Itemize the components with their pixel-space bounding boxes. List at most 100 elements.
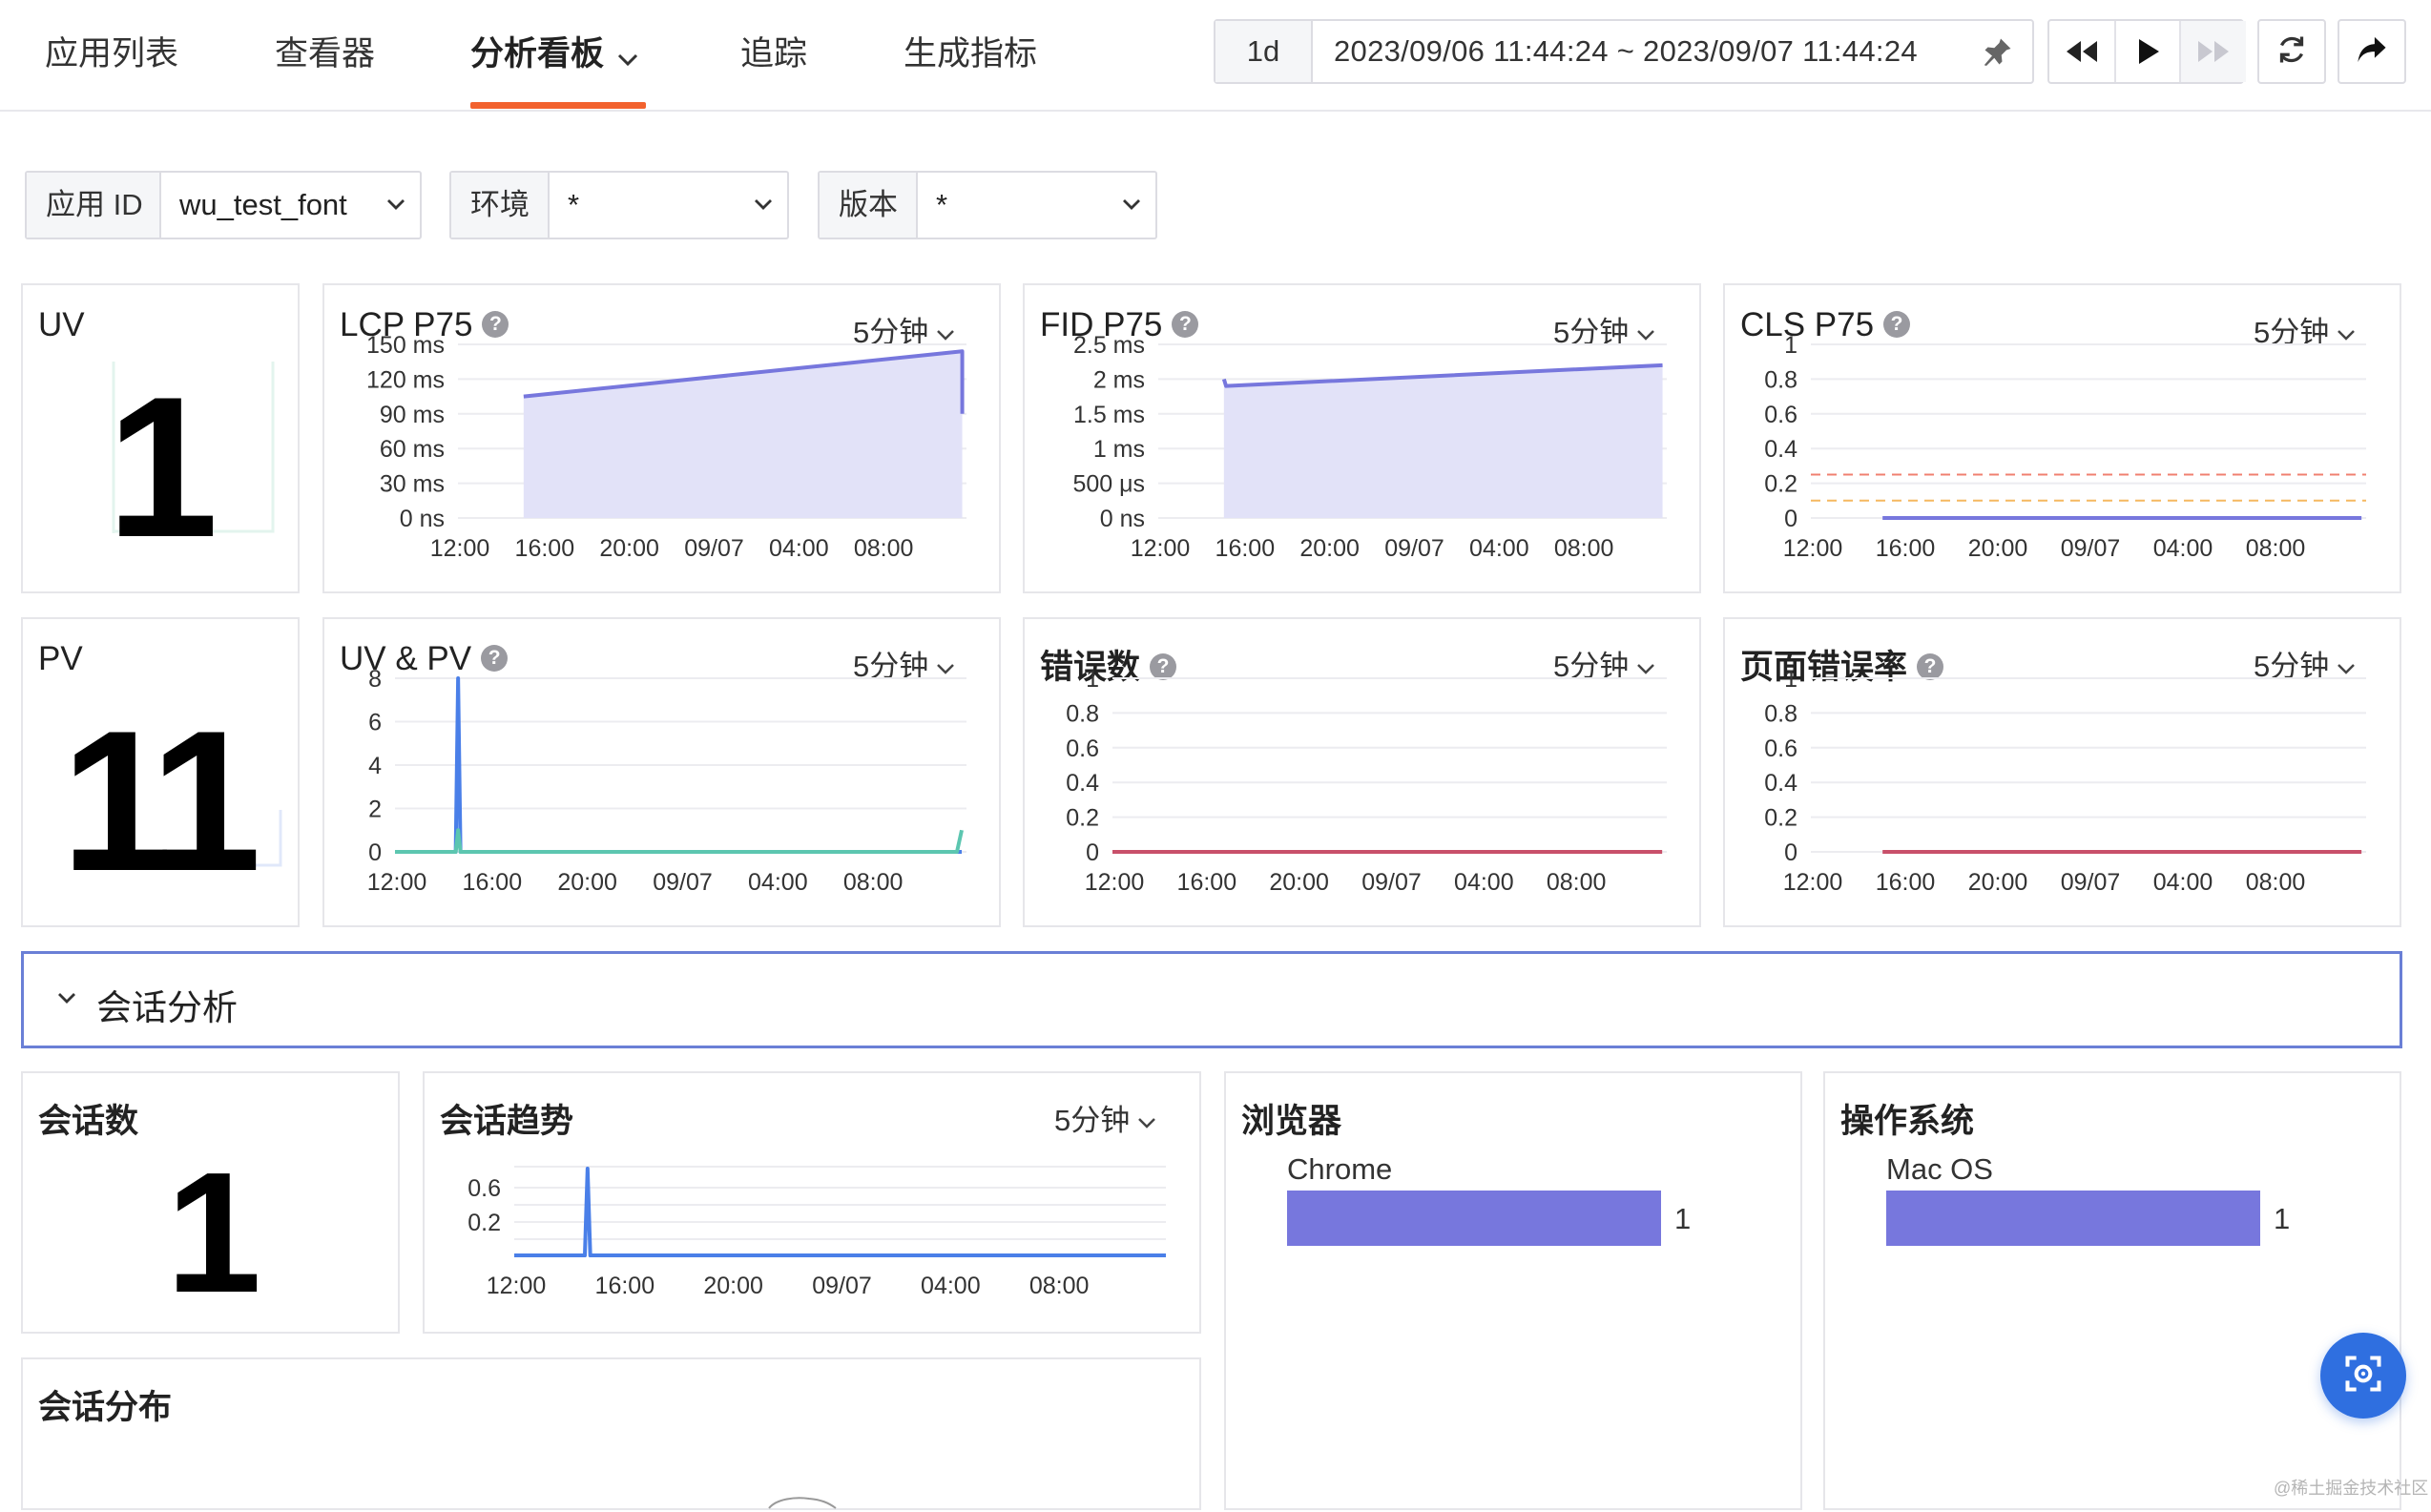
playback-controls [2047, 19, 2246, 84]
x-tick-label: 16:00 [1177, 869, 1237, 896]
x-tick-label: 09/07 [2061, 535, 2121, 562]
chevron-down-icon [617, 37, 638, 75]
app-id-label: 应用 ID [27, 173, 161, 238]
session-count-value: 1 [166, 1137, 262, 1329]
y-tick-label: 0.4 [1066, 770, 1099, 797]
x-tick-label: 20:00 [557, 869, 617, 896]
bar[interactable] [1886, 1191, 2260, 1246]
tab-analysis-board-label: 分析看板 [470, 35, 605, 72]
x-tick-label: 04:00 [2153, 869, 2213, 896]
session-distribution-title: 会话分布 [38, 1389, 173, 1426]
x-tick-label: 09/07 [2061, 869, 2121, 896]
y-tick-label: 0.4 [1764, 436, 1797, 463]
x-tick-label: 20:00 [1269, 869, 1329, 896]
x-tick-label: 08:00 [843, 869, 904, 896]
y-tick-label: 0 ns [400, 506, 445, 532]
chevron-down-icon [1121, 194, 1142, 219]
bar-value-label: 1 [2274, 1202, 2291, 1235]
x-tick-label: 08:00 [1547, 869, 1607, 896]
tab-generate-metrics[interactable]: 生成指标 [904, 27, 1037, 75]
series-area [523, 351, 963, 518]
x-tick-label: 08:00 [854, 535, 914, 562]
bar-category-label: Mac OS [1886, 1152, 1993, 1186]
environment-select[interactable]: 环境 * [449, 171, 789, 239]
x-tick-label: 04:00 [748, 869, 808, 896]
y-tick-label: 0.6 [1764, 402, 1797, 428]
x-tick-label: 04:00 [769, 535, 829, 562]
time-preset[interactable]: 1d [1216, 21, 1313, 82]
y-tick-label: 1 [1784, 666, 1797, 693]
y-tick-label: 0 [1784, 839, 1797, 866]
y-tick-label: 1 [1086, 666, 1099, 693]
x-tick-label: 09/07 [1384, 535, 1444, 562]
y-tick-label: 1 ms [1093, 436, 1145, 463]
y-tick-label: 0 ns [1100, 506, 1145, 532]
play-icon[interactable] [2114, 21, 2181, 82]
bar-category-label: Chrome [1287, 1152, 1393, 1186]
x-tick-label: 20:00 [599, 535, 659, 562]
y-tick-label: 0.2 [1764, 805, 1797, 832]
y-tick-label: 2 ms [1093, 366, 1145, 393]
x-tick-label: 12:00 [1783, 869, 1843, 896]
app-id-select[interactable]: 应用 ID wu_test_font [25, 171, 422, 239]
x-tick-label: 04:00 [921, 1273, 981, 1299]
y-tick-label: 500 μs [1072, 471, 1145, 498]
uv-value: 1 [107, 355, 218, 579]
y-tick-label: 6 [368, 710, 382, 736]
tab-app-list[interactable]: 应用列表 [45, 27, 178, 75]
uvpv-card: UV & PV? 5分钟 8 6 4 2 0 12:00 16:00 20:00 09/07 04… [322, 617, 1001, 927]
map-outline-fragment [768, 1497, 837, 1509]
session-analysis-section-header[interactable]: 会话分析 [21, 951, 2402, 1048]
fast-forward-icon[interactable] [2179, 21, 2246, 82]
x-tick-label: 16:00 [1876, 535, 1936, 562]
y-tick-label: 0.6 [1764, 735, 1797, 762]
bar[interactable] [1287, 1191, 1661, 1246]
scan-icon [2342, 1353, 2384, 1399]
bar-value-label: 1 [1674, 1202, 1692, 1235]
errors-chart: 1 0.8 0.6 0.4 0.2 0 12:00 16:00 20:00 09/07 04:00 0… [1066, 666, 1667, 896]
uvpv-chart: 8 6 4 2 0 12:00 16:00 20:00 09/07 04:00 08:00 [367, 666, 966, 896]
version-select[interactable]: 版本 * [818, 171, 1157, 239]
session-trend-card: 会话趋势 5分钟 0.6 0.2 12:00 16:00 20:00 09/07 04:00… [423, 1071, 1201, 1334]
y-tick-label: 30 ms [380, 471, 445, 498]
x-tick-label: 16:00 [463, 869, 523, 896]
error-rate-chart: 1 0.8 0.6 0.4 0.2 0 12:00 16:00 20:00 09/07 04:00 0… [1764, 666, 2366, 896]
y-tick-label: 0 [368, 839, 382, 866]
time-range-text[interactable]: 2023/09/06 11:44:24 ~ 2023/09/07 11:44:2… [1334, 21, 1918, 82]
y-tick-label: 1 [1784, 332, 1797, 359]
refresh-button[interactable] [2257, 19, 2326, 84]
x-tick-label: 08:00 [2246, 869, 2306, 896]
share-button[interactable] [2338, 19, 2406, 84]
chevron-down-icon [753, 194, 774, 219]
time-range-picker[interactable]: 1d 2023/09/06 11:44:24 ~ 2023/09/07 11:4… [1214, 19, 2034, 84]
tab-analysis-board[interactable]: 分析看板 [470, 27, 638, 75]
x-tick-label: 04:00 [2153, 535, 2213, 562]
session-trend-chart: 0.6 0.2 12:00 16:00 20:00 09/07 04:00 08:00 [468, 1166, 1166, 1299]
series-line [395, 828, 964, 854]
y-tick-label: 2 [368, 797, 382, 823]
chevron-down-icon [385, 194, 406, 219]
cls-card: CLS P75? 5分钟 1 0.8 0.6 0.4 0.2 0 12:00 16:00 20:… [1723, 283, 2401, 593]
x-tick-label: 09/07 [684, 535, 744, 562]
refresh-icon [2275, 32, 2309, 72]
tab-viewer[interactable]: 查看器 [275, 27, 375, 75]
floating-scan-button[interactable] [2320, 1333, 2406, 1419]
y-tick-label: 0.8 [1764, 366, 1797, 393]
x-tick-label: 09/07 [812, 1273, 872, 1299]
y-tick-label: 0.2 [468, 1210, 501, 1236]
series-area [1223, 364, 1663, 518]
fid-chart: 2.5 ms 2 ms 1.5 ms 1 ms 500 μs 0 ns 12:00 16:00… [1072, 332, 1667, 562]
x-tick-label: 20:00 [1299, 535, 1360, 562]
y-tick-label: 120 ms [366, 366, 445, 393]
pin-icon[interactable] [1981, 34, 2015, 73]
x-tick-label: 09/07 [653, 869, 713, 896]
y-tick-label: 90 ms [380, 402, 445, 428]
rewind-icon[interactable] [2049, 21, 2114, 82]
y-tick-label: 60 ms [380, 436, 445, 463]
x-tick-label: 12:00 [487, 1273, 547, 1299]
tab-tracing[interactable]: 追踪 [740, 27, 807, 75]
browser-card: 浏览器 Chrome 1 [1224, 1071, 1802, 1510]
environment-value: * [568, 188, 580, 221]
x-tick-label: 04:00 [1469, 535, 1529, 562]
y-tick-label: 0.8 [1764, 700, 1797, 727]
